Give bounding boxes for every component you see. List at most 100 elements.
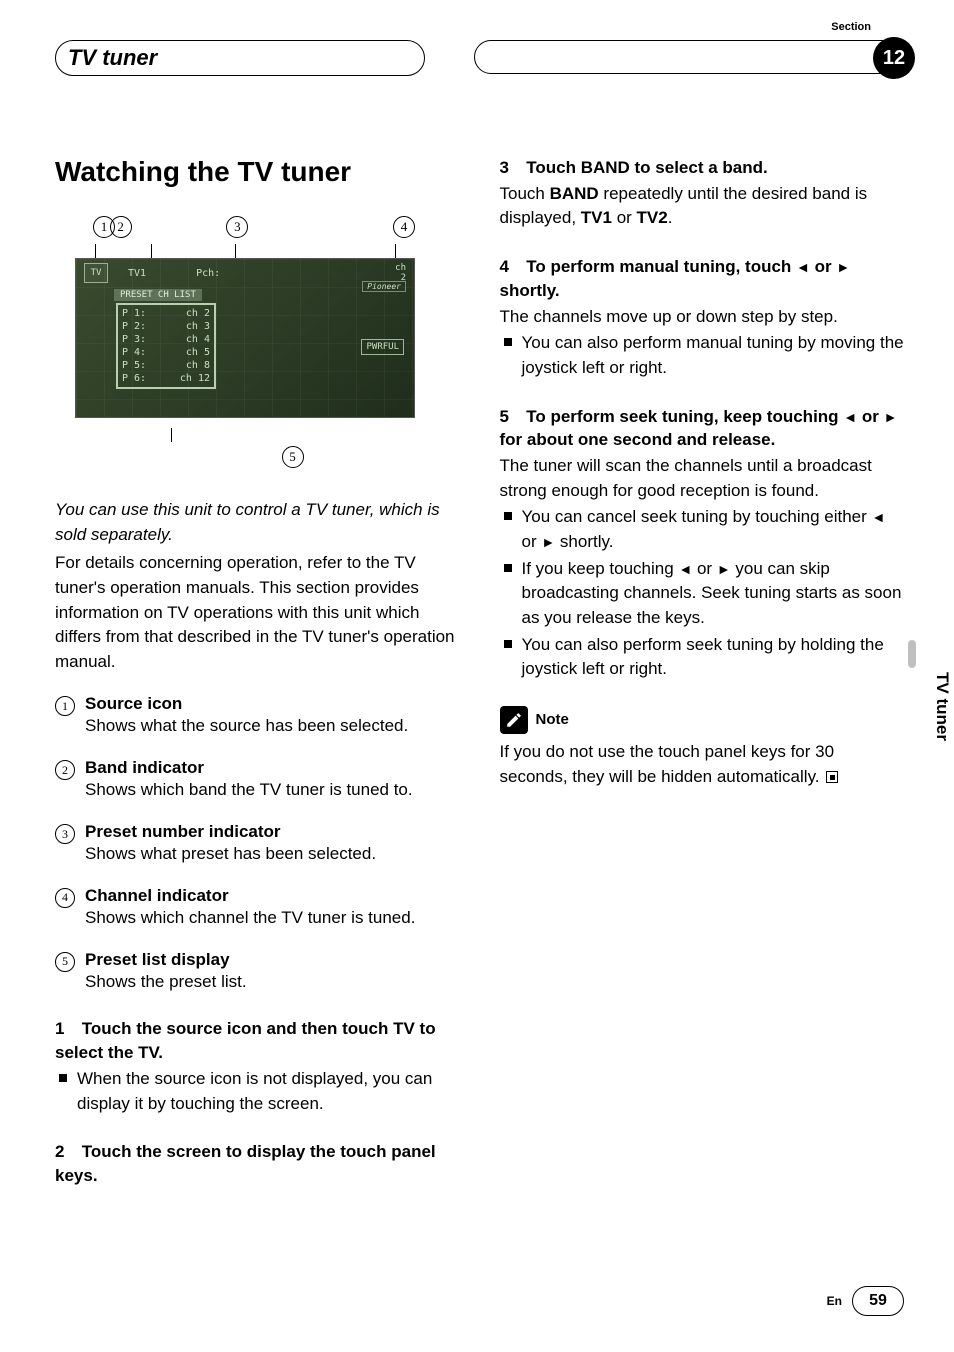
callout-2: 2 <box>110 216 132 238</box>
tv-brand: Pioneer <box>362 281 406 292</box>
def-num: 3 <box>55 824 75 844</box>
def-title: Preset list display <box>85 950 460 970</box>
tv-band: TV1 <box>128 268 146 279</box>
step3-num: 3 <box>500 156 522 180</box>
tv-preset-row: P 2:ch 3 <box>122 320 210 333</box>
triangle-right-icon: ► <box>541 534 555 550</box>
note-row: Note <box>500 706 905 734</box>
tv-pch: Pch: <box>196 268 220 279</box>
screenshot-wrap: 1 2 3 4 TV TV1 Pch: ch 2 <box>75 216 425 468</box>
def-title: Source icon <box>85 694 460 714</box>
triangle-left-icon: ◄ <box>796 259 810 275</box>
step5-heading: 5 To perform seek tuning, keep touching … <box>500 405 905 453</box>
step4-heading: 4 To perform manual tuning, touch ◄ or ►… <box>500 255 905 303</box>
step4-bullet: You can also perform manual tuning by mo… <box>500 331 905 380</box>
step5-bullet3-text: You can also perform seek tuning by hold… <box>522 633 905 682</box>
tv-ch-label: ch <box>395 263 406 273</box>
step4-num: 4 <box>500 255 522 279</box>
def-title: Band indicator <box>85 758 460 778</box>
header-title: TV tuner <box>68 45 157 70</box>
def-item-1: 1 Source icon Shows what the source has … <box>55 694 460 738</box>
step5-text-pre: To perform seek tuning, keep touching <box>526 407 843 426</box>
step5-bullet2: If you keep touching ◄ or ► you can skip… <box>500 557 905 631</box>
def-item-4: 4 Channel indicator Shows which channel … <box>55 886 460 930</box>
step5-num: 5 <box>500 405 522 429</box>
bullet-icon <box>504 640 512 648</box>
step1-bullet-text: When the source icon is not displayed, y… <box>77 1067 460 1116</box>
page-number: 59 <box>852 1286 904 1316</box>
tv-pwrful: PWRFUL <box>361 339 404 355</box>
footer-lang: En <box>827 1294 842 1308</box>
step4-body: The channels move up or down step by ste… <box>500 305 905 330</box>
tv-preset-row: P 5:ch 8 <box>122 359 210 372</box>
def-title: Channel indicator <box>85 886 460 906</box>
tv-preset-row: P 3:ch 4 <box>122 333 210 346</box>
callout-row-top: 1 2 3 4 <box>75 216 425 238</box>
def-item-2: 2 Band indicator Shows which band the TV… <box>55 758 460 802</box>
def-item-5: 5 Preset list display Shows the preset l… <box>55 950 460 994</box>
step4-bullet-text: You can also perform manual tuning by mo… <box>522 331 905 380</box>
def-title: Preset number indicator <box>85 822 460 842</box>
section-number-badge: 12 <box>873 37 915 79</box>
header-section-pill: Section 12 <box>474 40 904 74</box>
tv-source-icon: TV <box>84 263 108 283</box>
triangle-right-icon: ► <box>836 259 850 275</box>
tv-preset-row: P 6:ch 12 <box>122 372 210 385</box>
side-tab: TV tuner <box>930 664 954 749</box>
content-columns: Watching the TV tuner 1 2 3 4 TV TV1 <box>55 156 904 1188</box>
triangle-left-icon: ◄ <box>843 409 857 425</box>
triangle-left-icon: ◄ <box>678 561 692 577</box>
triangle-right-icon: ► <box>717 561 731 577</box>
step3-text: Touch BAND to select a band. <box>526 158 768 177</box>
tv-preset-list-label: PRESET CH LIST <box>114 289 202 301</box>
side-tab-bar <box>908 640 916 668</box>
step1-heading: 1 Touch the source icon and then touch T… <box>55 1017 460 1065</box>
step4-text-post: shortly. <box>500 281 560 300</box>
def-desc: Shows the preset list. <box>85 970 460 994</box>
footer: En 59 <box>827 1286 904 1316</box>
tv-preset-row: P 1:ch 2 <box>122 307 210 320</box>
step3-heading: 3 Touch BAND to select a band. <box>500 156 905 180</box>
step1-text: Touch the source icon and then touch TV … <box>55 1019 436 1062</box>
callout-3: 3 <box>226 216 248 238</box>
end-mark-icon <box>826 771 838 783</box>
def-item-3: 3 Preset number indicator Shows what pre… <box>55 822 460 866</box>
section-label: Section <box>831 21 871 33</box>
note-text: If you do not use the touch panel keys f… <box>500 740 905 789</box>
page-header: TV tuner Section 12 <box>55 40 904 76</box>
def-num: 1 <box>55 696 75 716</box>
intro-italic: You can use this unit to control a TV tu… <box>55 498 460 547</box>
left-column: Watching the TV tuner 1 2 3 4 TV TV1 <box>55 156 460 1188</box>
step5-body: The tuner will scan the channels until a… <box>500 454 905 503</box>
def-num: 5 <box>55 952 75 972</box>
def-desc: Shows which channel the TV tuner is tune… <box>85 906 460 930</box>
callout-4: 4 <box>393 216 415 238</box>
step2-heading: 2 Touch the screen to display the touch … <box>55 1140 460 1188</box>
step5-bullet1: You can cancel seek tuning by touching e… <box>500 505 905 554</box>
bullet-icon <box>504 564 512 572</box>
def-desc: Shows what the source has been selected. <box>85 714 460 738</box>
right-column: 3 Touch BAND to select a band. Touch BAN… <box>500 156 905 1188</box>
note-pencil-icon <box>500 706 528 734</box>
note-label: Note <box>536 711 569 728</box>
bullet-icon <box>504 512 512 520</box>
step4-text-pre: To perform manual tuning, touch <box>526 257 796 276</box>
triangle-left-icon: ◄ <box>872 509 886 525</box>
triangle-right-icon: ► <box>884 409 898 425</box>
tv-topbar: TV TV1 Pch: ch 2 Pioneer <box>76 259 414 285</box>
step1-bullet: When the source icon is not displayed, y… <box>55 1067 460 1116</box>
callout-bottom: 5 <box>75 428 425 468</box>
step2-num: 2 <box>55 1140 77 1164</box>
bullet-icon <box>504 338 512 346</box>
callout-lines-top <box>75 244 425 258</box>
step1-num: 1 <box>55 1017 77 1041</box>
def-num: 2 <box>55 760 75 780</box>
step2-text: Touch the screen to display the touch pa… <box>55 1142 436 1185</box>
def-num: 4 <box>55 888 75 908</box>
tv-channel: ch 2 <box>395 263 406 283</box>
main-heading: Watching the TV tuner <box>55 156 460 188</box>
tv-preset-list: P 1:ch 2 P 2:ch 3 P 3:ch 4 P 4:ch 5 P 5:… <box>116 303 216 389</box>
tv-screen: TV TV1 Pch: ch 2 Pioneer PRESET CH LIST … <box>75 258 415 418</box>
callout-5: 5 <box>282 446 304 468</box>
tv-preset-row: P 4:ch 5 <box>122 346 210 359</box>
